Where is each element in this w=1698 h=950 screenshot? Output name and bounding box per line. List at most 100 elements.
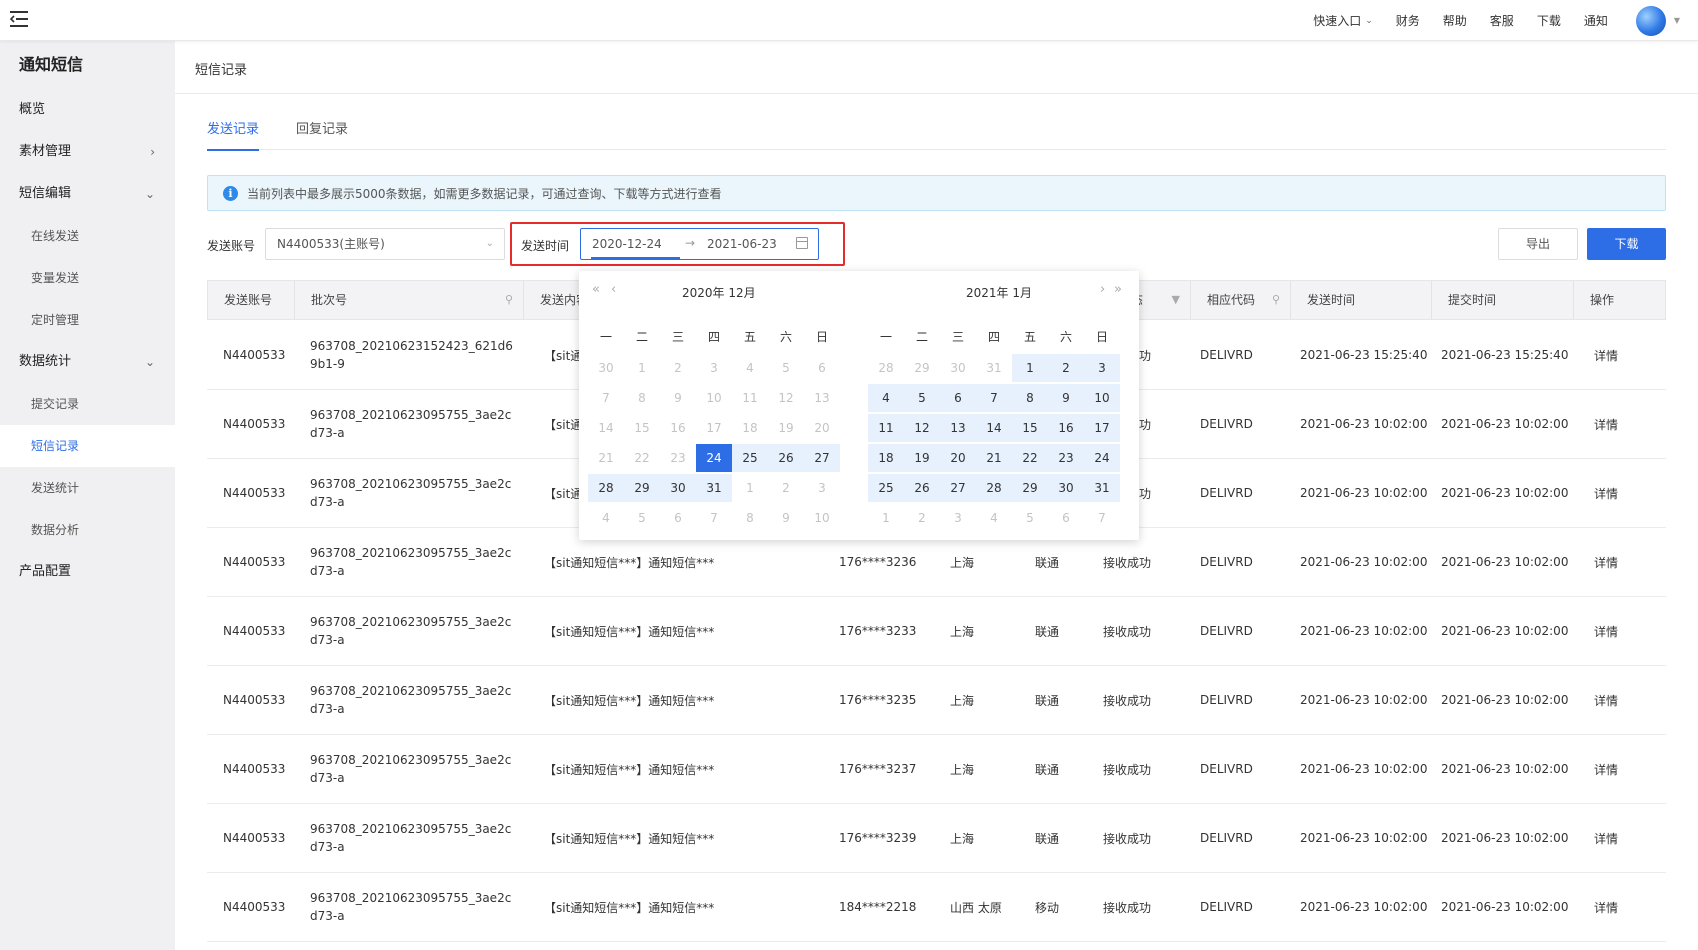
calendar-day[interactable]: 23	[660, 444, 696, 472]
calendar-day[interactable]: 4	[732, 354, 768, 382]
tab-reply-records[interactable]: 回复记录	[296, 118, 348, 149]
calendar-day[interactable]: 1	[732, 474, 768, 502]
calendar-day[interactable]: 18	[732, 414, 768, 442]
detail-link[interactable]: 详情	[1594, 804, 1618, 872]
nav-finance[interactable]: 财务	[1396, 12, 1420, 29]
calendar-day[interactable]: 31	[976, 354, 1012, 382]
nav-help[interactable]: 帮助	[1443, 12, 1467, 29]
calendar-day[interactable]: 21	[976, 444, 1012, 472]
calendar-day[interactable]: 26	[904, 474, 940, 502]
calendar-day[interactable]: 14	[588, 414, 624, 442]
calendar-day[interactable]: 31	[696, 474, 732, 502]
calendar-day[interactable]: 11	[732, 384, 768, 412]
calendar-icon[interactable]	[796, 237, 808, 249]
calendar-day[interactable]: 7	[1084, 504, 1120, 532]
detail-link[interactable]: 详情	[1594, 597, 1618, 665]
calendar-day[interactable]: 10	[804, 504, 840, 532]
calendar-day[interactable]: 1	[868, 504, 904, 532]
calendar-day[interactable]: 28	[976, 474, 1012, 502]
calendar-day[interactable]: 6	[940, 384, 976, 412]
calendar-day[interactable]: 5	[1012, 504, 1048, 532]
calendar-day[interactable]: 14	[976, 414, 1012, 442]
sidebar-item-sms-records[interactable]: 短信记录	[0, 425, 175, 467]
calendar-day[interactable]: 10	[1084, 384, 1120, 412]
next-year-icon[interactable]: »	[1114, 282, 1122, 297]
calendar-day[interactable]: 8	[624, 384, 660, 412]
calendar-day[interactable]: 1	[1012, 354, 1048, 382]
calendar-day[interactable]: 28	[588, 474, 624, 502]
calendar-day[interactable]: 9	[768, 504, 804, 532]
export-button[interactable]: 导出	[1498, 228, 1578, 260]
calendar-day[interactable]: 20	[940, 444, 976, 472]
detail-link[interactable]: 详情	[1594, 666, 1618, 734]
calendar-day[interactable]: 22	[624, 444, 660, 472]
calendar-day[interactable]: 6	[1048, 504, 1084, 532]
calendar-day[interactable]: 30	[588, 354, 624, 382]
search-icon[interactable]: ⚲	[505, 281, 513, 319]
calendar-day[interactable]: 8	[1012, 384, 1048, 412]
calendar-day[interactable]: 4	[588, 504, 624, 532]
start-date-input[interactable]: 2020-12-24	[592, 237, 662, 251]
nav-service[interactable]: 客服	[1490, 12, 1514, 29]
prev-year-icon[interactable]: «	[592, 282, 600, 297]
sidebar-item-send-stats[interactable]: 发送统计	[0, 467, 175, 509]
sidebar-item-online-send[interactable]: 在线发送	[0, 215, 175, 257]
calendar-day[interactable]: 1	[624, 354, 660, 382]
calendar-day[interactable]: 3	[940, 504, 976, 532]
calendar-day[interactable]: 16	[660, 414, 696, 442]
calendar-day[interactable]: 25	[732, 444, 768, 472]
calendar-day[interactable]: 19	[768, 414, 804, 442]
detail-link[interactable]: 详情	[1594, 459, 1618, 527]
calendar-day[interactable]: 3	[696, 354, 732, 382]
calendar-day[interactable]: 6	[804, 354, 840, 382]
sidebar-item-data-analysis[interactable]: 数据分析	[0, 509, 175, 551]
calendar-day[interactable]: 5	[768, 354, 804, 382]
calendar-day[interactable]: 6	[660, 504, 696, 532]
filter-icon[interactable]: ▼	[1172, 281, 1180, 319]
sidebar-item-product-config[interactable]: 产品配置	[0, 551, 175, 593]
calendar-day[interactable]: 27	[804, 444, 840, 472]
calendar-day[interactable]: 30	[660, 474, 696, 502]
calendar-day[interactable]: 29	[904, 354, 940, 382]
caret-down-icon[interactable]: ▼	[1674, 16, 1680, 25]
prev-month-icon[interactable]: ‹	[611, 282, 616, 297]
calendar-day[interactable]: 4	[868, 384, 904, 412]
calendar-day[interactable]: 2	[1048, 354, 1084, 382]
calendar-day[interactable]: 17	[696, 414, 732, 442]
calendar-day[interactable]: 3	[804, 474, 840, 502]
calendar-day[interactable]: 30	[1048, 474, 1084, 502]
calendar-day[interactable]: 20	[804, 414, 840, 442]
search-icon[interactable]: ⚲	[1272, 281, 1280, 319]
calendar-day-selected[interactable]: 24	[696, 444, 732, 472]
sidebar-item-submit-records[interactable]: 提交记录	[0, 383, 175, 425]
calendar-day[interactable]: 2	[768, 474, 804, 502]
quick-entry-menu[interactable]: 快速入口 ⌄	[1313, 12, 1373, 29]
calendar-day[interactable]: 28	[868, 354, 904, 382]
sidebar-item-overview[interactable]: 概览	[0, 89, 175, 131]
calendar-day[interactable]: 17	[1084, 414, 1120, 442]
calendar-day[interactable]: 15	[1012, 414, 1048, 442]
calendar-day[interactable]: 2	[904, 504, 940, 532]
calendar-day[interactable]: 3	[1084, 354, 1120, 382]
calendar-day[interactable]: 26	[768, 444, 804, 472]
calendar-day[interactable]: 29	[624, 474, 660, 502]
calendar-day[interactable]: 10	[696, 384, 732, 412]
download-button[interactable]: 下载	[1587, 228, 1666, 260]
calendar-day[interactable]: 5	[904, 384, 940, 412]
calendar-day[interactable]: 13	[804, 384, 840, 412]
calendar-day[interactable]: 24	[1084, 444, 1120, 472]
nav-notice[interactable]: 通知	[1584, 12, 1608, 29]
calendar-day[interactable]: 9	[660, 384, 696, 412]
calendar-day[interactable]: 25	[868, 474, 904, 502]
calendar-day[interactable]: 27	[940, 474, 976, 502]
detail-link[interactable]: 详情	[1594, 528, 1618, 596]
calendar-day[interactable]: 5	[624, 504, 660, 532]
detail-link[interactable]: 详情	[1594, 321, 1618, 389]
calendar-day[interactable]: 22	[1012, 444, 1048, 472]
sidebar-item-statistics[interactable]: 数据统计 ⌄	[0, 341, 175, 383]
sidebar-item-schedule[interactable]: 定时管理	[0, 299, 175, 341]
calendar-day[interactable]: 16	[1048, 414, 1084, 442]
calendar-day[interactable]: 31	[1084, 474, 1120, 502]
account-select[interactable]: N4400533(主账号) ⌄	[265, 228, 505, 260]
nav-download[interactable]: 下载	[1537, 12, 1561, 29]
